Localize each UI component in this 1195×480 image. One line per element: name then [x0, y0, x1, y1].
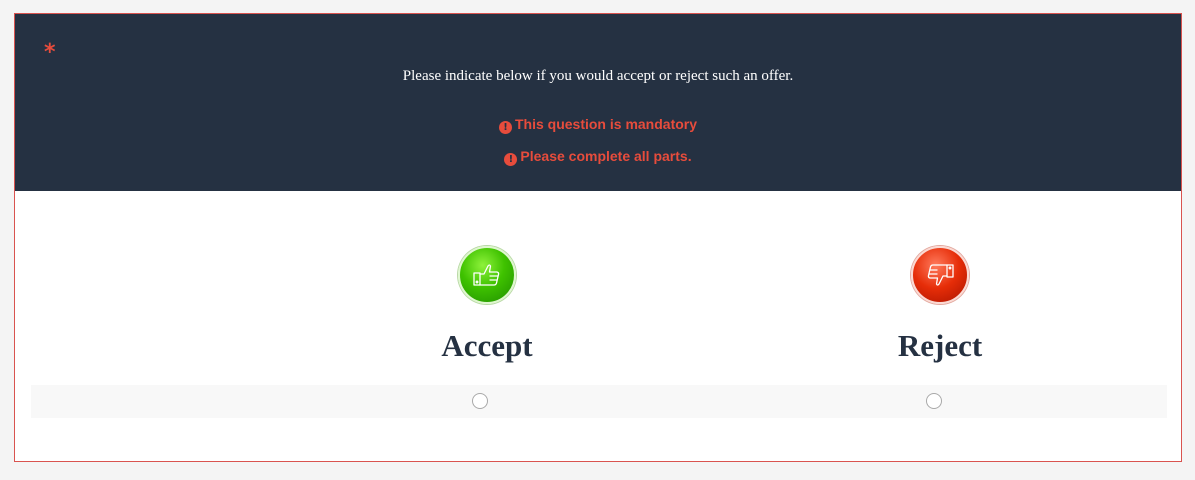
thumbs-up-icon[interactable]	[458, 246, 516, 304]
accept-label: Accept	[441, 328, 533, 363]
reject-option[interactable]: Reject	[840, 246, 1040, 362]
radio-row	[31, 385, 1167, 418]
accept-radio[interactable]	[472, 393, 488, 409]
mandatory-error-text: This question is mandatory	[514, 116, 698, 132]
reject-radio[interactable]	[926, 393, 942, 409]
thumbs-down-icon[interactable]	[911, 246, 969, 304]
accept-option[interactable]: Accept	[387, 246, 587, 362]
complete-parts-error: ! Please complete all parts.	[15, 147, 1181, 166]
question-header: * Please indicate below if you would acc…	[15, 14, 1181, 191]
exclamation-circle-icon: !	[498, 121, 512, 134]
exclamation-circle-icon: !	[504, 153, 518, 166]
complete-parts-error-text: Please complete all parts.	[520, 148, 692, 164]
question-text: Please indicate below if you would accep…	[402, 68, 794, 84]
reject-label: Reject	[897, 328, 983, 363]
required-marker: *	[44, 40, 56, 65]
mandatory-error: ! This question is mandatory	[15, 115, 1181, 134]
question-card: * Please indicate below if you would acc…	[14, 13, 1182, 462]
